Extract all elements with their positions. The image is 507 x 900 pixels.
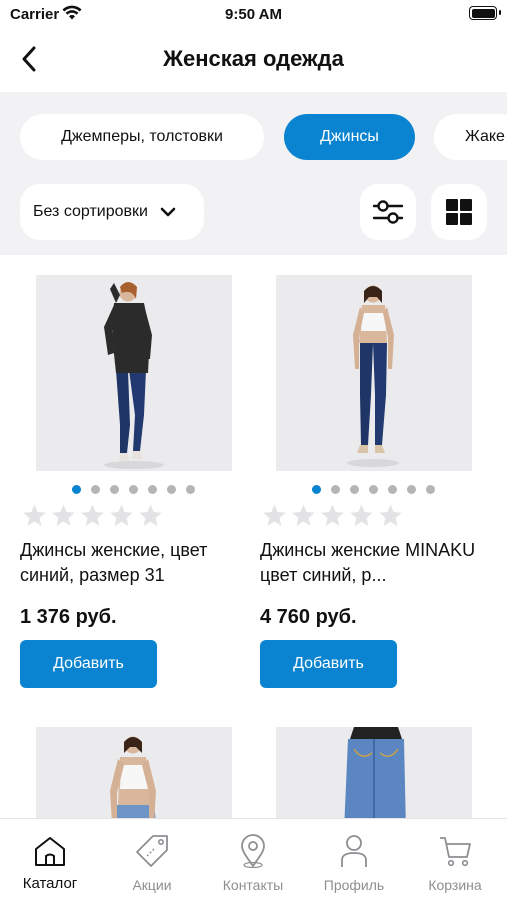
pagination-dot[interactable] [331,485,340,494]
product-image[interactable] [276,727,472,818]
pagination-dot[interactable] [186,485,195,494]
sort-label: Без сортировки [33,203,148,220]
tab-label: Каталог [22,875,78,892]
add-to-cart-button[interactable]: Добавить [260,640,397,688]
tab-contacts[interactable]: Контакты [213,833,293,893]
product-price: 4 760 руб. [260,606,357,628]
grid-icon [446,199,472,225]
star-icon [350,504,373,526]
tab-catalog[interactable]: Каталог [10,833,90,892]
pagination-dot[interactable] [350,485,359,494]
pagination-dot[interactable] [91,485,100,494]
category-chip-jeans[interactable]: Джинсы [284,114,415,160]
tab-cart[interactable]: Корзина [415,833,495,893]
grid-view-button[interactable] [431,184,487,240]
rating-stars [22,503,163,528]
tab-label: Корзина [428,877,482,893]
star-icon [139,504,162,526]
product-price: 1 376 руб. [20,606,117,628]
battery-icon [469,6,497,20]
product-image[interactable] [36,275,232,471]
product-image[interactable] [276,275,472,471]
pagination-dot[interactable] [388,485,397,494]
star-icon [379,504,402,526]
category-chip-jackets[interactable]: Жаке [434,114,507,160]
product-grid: Джинсы женские, цвет синий, размер 31 1 … [0,255,507,818]
nav-header: Женская одежда [0,28,507,92]
pagination-dot[interactable] [167,485,176,494]
tab-label: Контакты [222,877,284,893]
image-pagination [72,485,195,494]
image-pagination [312,485,435,494]
category-chip-sweaters[interactable]: Джемперы, толстовки [20,114,264,160]
pagination-dot[interactable] [148,485,157,494]
status-bar: Carrier 9:50 AM [0,0,507,28]
page-title: Женская одежда [163,46,344,71]
sliders-icon [372,200,404,224]
pagination-dot[interactable] [129,485,138,494]
clock: 9:50 AM [225,6,282,23]
tab-bar: Каталог Акции Контакты Профиль Корзина [0,818,507,900]
rating-stars [262,503,403,528]
pagination-dot[interactable] [312,485,321,494]
star-icon [292,504,315,526]
cart-icon [440,837,471,867]
star-icon [23,504,46,526]
pagination-dot[interactable] [72,485,81,494]
star-icon [52,504,75,526]
product-name[interactable]: Джинсы женские MINAKU цвет синий, р... [260,538,490,588]
battery-cap [499,10,501,15]
tab-label: Акции [132,877,172,893]
person-icon [341,835,367,867]
chevron-down-icon [160,207,176,217]
tab-profile[interactable]: Профиль [314,833,394,893]
star-icon [81,504,104,526]
tab-promotions[interactable]: Акции [112,833,192,893]
pagination-dot[interactable] [369,485,378,494]
tag-icon [136,835,168,867]
map-pin-icon [241,834,265,868]
star-icon [263,504,286,526]
filter-panel: Джемперы, толстовки Джинсы Жаке Без сорт… [0,92,507,255]
star-icon [321,504,344,526]
pagination-dot[interactable] [407,485,416,494]
tab-label: Профиль [323,877,385,893]
add-to-cart-button[interactable]: Добавить [20,640,157,688]
filters-button[interactable] [360,184,416,240]
product-name[interactable]: Джинсы женские, цвет синий, размер 31 [20,538,250,588]
pagination-dot[interactable] [426,485,435,494]
sort-dropdown[interactable]: Без сортировки [20,184,204,240]
product-image[interactable] [36,727,232,818]
pagination-dot[interactable] [110,485,119,494]
home-icon [35,837,65,866]
star-icon [110,504,133,526]
